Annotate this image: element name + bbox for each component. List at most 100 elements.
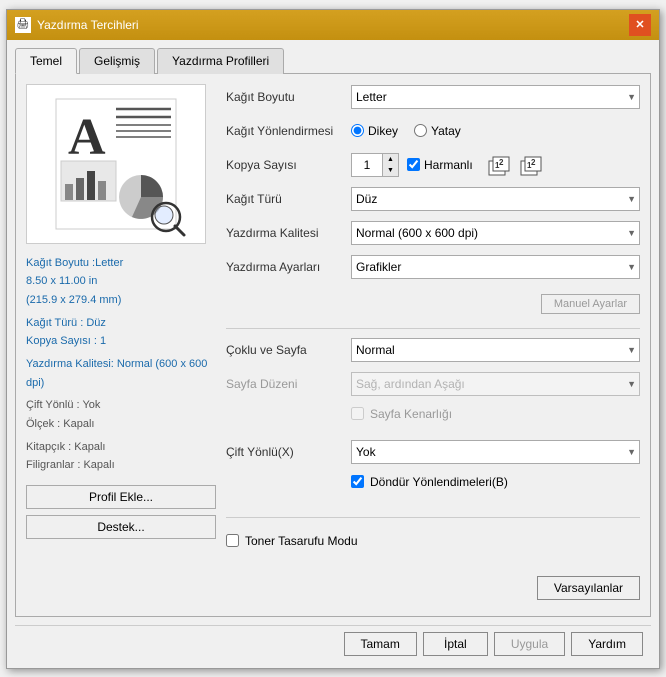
printer-icon: 🖨 [15, 17, 31, 33]
yatay-radio[interactable] [414, 124, 427, 137]
yatay-option[interactable]: Yatay [414, 124, 461, 138]
sayfa-kenarlik-check[interactable]: Sayfa Kenarlığı [351, 407, 452, 421]
kopya-sayisi-label: Kopya Sayısı [226, 158, 351, 172]
close-button[interactable]: ✕ [629, 14, 651, 36]
coklu-sayfa-row: Çoklu ve Sayfa Normal [226, 337, 640, 363]
yazdir-kalitesi-label: Yazdırma Kalitesi [226, 226, 351, 240]
tamam-button[interactable]: Tamam [344, 632, 417, 656]
yatay-label: Yatay [431, 124, 461, 138]
sayfa-duzeni-label: Sayfa Düzeni [226, 377, 351, 391]
sayfa-kenarlik-checkbox [351, 407, 364, 420]
tab-gelismis[interactable]: Gelişmiş [79, 48, 155, 74]
collate-icon-2: 1 2 [519, 153, 547, 177]
profil-ekle-button[interactable]: Profil Ekle... [26, 485, 216, 509]
dikey-radio[interactable] [351, 124, 364, 137]
yazdir-ayarlari-select[interactable]: Grafikler [351, 255, 640, 279]
kagit-yonlendirmesi-label: Kağıt Yönlendirmesi [226, 124, 351, 138]
kagit-turu-select-wrapper: Düz [351, 187, 640, 211]
dondur-row: Döndür Yönlendimeleri(B) [226, 473, 640, 499]
cift-yonlu-row: Çift Yönlü(X) Yok [226, 439, 640, 465]
yardim-button[interactable]: Yardım [571, 632, 643, 656]
destek-button[interactable]: Destek... [26, 515, 216, 539]
sayfa-kenarlik-label: Sayfa Kenarlığı [370, 407, 452, 421]
kagit-turu-select[interactable]: Düz [351, 187, 640, 211]
svg-text:2: 2 [499, 158, 504, 167]
kopya-input[interactable] [352, 154, 382, 176]
preview-panel: A [26, 84, 216, 600]
yazdir-ayarlari-select-wrapper: Grafikler [351, 255, 640, 279]
toner-check[interactable]: Toner Tasarufu Modu [226, 534, 358, 548]
harmanli-label: Harmanlı [424, 158, 473, 172]
harmanli-check[interactable]: Harmanlı [407, 158, 473, 172]
title-bar-left: 🖨 Yazdırma Tercihleri [15, 17, 139, 33]
yazdir-kalitesi-select[interactable]: Normal (600 x 600 dpi) [351, 221, 640, 245]
settings-panel: Kağıt Boyutu Letter Kağıt Yönlendirmesi [226, 84, 640, 600]
dikey-label: Dikey [368, 124, 398, 138]
svg-text:A: A [68, 109, 106, 166]
sayfa-kenarlik-row: Sayfa Kenarlığı [226, 405, 640, 431]
info-kalite2: dpi) [26, 374, 216, 393]
info-kopya: Kopya Sayısı : 1 [26, 332, 216, 351]
svg-text:2: 2 [531, 158, 536, 167]
info-boyut: Kağıt Boyutu :Letter [26, 254, 216, 273]
spinner-up[interactable]: ▲ [382, 154, 398, 165]
divider-2 [226, 517, 640, 518]
info-olcek-mm: (215.9 x 279.4 mm) [26, 291, 216, 310]
uygula-button[interactable]: Uygula [494, 632, 565, 656]
preview-image: A [26, 84, 206, 244]
info-olcek2: Ölçek : Kapalı [26, 415, 216, 434]
title-bar: 🖨 Yazdırma Tercihleri ✕ [7, 10, 659, 40]
cift-yonlu-select[interactable]: Yok [351, 440, 640, 464]
left-buttons: Profil Ekle... Destek... [26, 485, 216, 539]
coklu-sayfa-select-wrapper: Normal [351, 338, 640, 362]
cift-yonlu-select-wrapper: Yok [351, 440, 640, 464]
info-tur: Kağıt Türü : Düz [26, 314, 216, 333]
kagit-yonlendirmesi-row: Kağıt Yönlendirmesi Dikey Yatay [226, 118, 640, 144]
info-kalite1: Yazdırma Kalitesi: Normal (600 x 600 [26, 355, 216, 374]
yazdir-ayarlari-row: Yazdırma Ayarları Grafikler [226, 254, 640, 280]
toner-row: Toner Tasarufu Modu [226, 532, 640, 558]
yazdir-kalitesi-select-wrapper: Normal (600 x 600 dpi) [351, 221, 640, 245]
spinner-down[interactable]: ▼ [382, 165, 398, 176]
dondur-checkbox[interactable] [351, 475, 364, 488]
sayfa-duzeni-row: Sayfa Düzeni Sağ, ardından Aşağı [226, 371, 640, 397]
copies-row: ▲ ▼ Harmanlı [351, 153, 640, 177]
toner-checkbox[interactable] [226, 534, 239, 547]
kagit-boyutu-row: Kağıt Boyutu Letter [226, 84, 640, 110]
cift-yonlu-label: Çift Yönlü(X) [226, 445, 351, 459]
kagit-turu-label: Kağıt Türü [226, 192, 351, 206]
toner-label: Toner Tasarufu Modu [245, 534, 358, 548]
main-window: 🖨 Yazdırma Tercihleri ✕ Temel Gelişmiş Y… [6, 9, 660, 669]
coklu-sayfa-select[interactable]: Normal [351, 338, 640, 362]
preview-svg: A [36, 89, 196, 239]
preview-info: Kağıt Boyutu :Letter 8.50 x 11.00 in (21… [26, 254, 216, 476]
divider-1 [226, 328, 640, 329]
tab-bar: Temel Gelişmiş Yazdırma Profilleri [15, 48, 651, 74]
sayfa-duzeni-select: Sağ, ardından Aşağı [351, 372, 640, 396]
kagit-boyutu-select[interactable]: Letter [351, 85, 640, 109]
kagit-boyutu-label: Kağıt Boyutu [226, 90, 351, 104]
iptal-button[interactable]: İptal [423, 632, 488, 656]
kopya-spinner: ▲ ▼ [351, 153, 399, 177]
dikey-option[interactable]: Dikey [351, 124, 398, 138]
varsayilanlar-button[interactable]: Varsayılanlar [537, 576, 640, 600]
tab-temel[interactable]: Temel [15, 48, 77, 74]
tab-profiller[interactable]: Yazdırma Profilleri [157, 48, 284, 74]
info-olcek: 8.50 x 11.00 in [26, 272, 216, 291]
info-filigran: Filigranlar : Kapalı [26, 456, 216, 475]
title-controls: ✕ [629, 14, 651, 36]
spinner-buttons: ▲ ▼ [382, 154, 398, 176]
tab-content: A [15, 73, 651, 617]
manuel-ayarlar-button[interactable]: Manuel Ayarlar [541, 294, 640, 314]
yonlendirme-radio-group: Dikey Yatay [351, 124, 640, 138]
yazdir-kalitesi-row: Yazdırma Kalitesi Normal (600 x 600 dpi) [226, 220, 640, 246]
sayfa-duzeni-select-wrapper: Sağ, ardından Aşağı [351, 372, 640, 396]
coklu-sayfa-label: Çoklu ve Sayfa [226, 343, 351, 357]
title-text: Yazdırma Tercihleri [37, 18, 139, 32]
manuel-row: Manuel Ayarlar [226, 288, 640, 314]
harmanli-checkbox[interactable] [407, 158, 420, 171]
dondur-check[interactable]: Döndür Yönlendimeleri(B) [351, 475, 508, 489]
kopya-sayisi-row: Kopya Sayısı ▲ ▼ Harma [226, 152, 640, 178]
dondur-label: Döndür Yönlendimeleri(B) [370, 475, 508, 489]
yazdir-ayarlari-label: Yazdırma Ayarları [226, 260, 351, 274]
